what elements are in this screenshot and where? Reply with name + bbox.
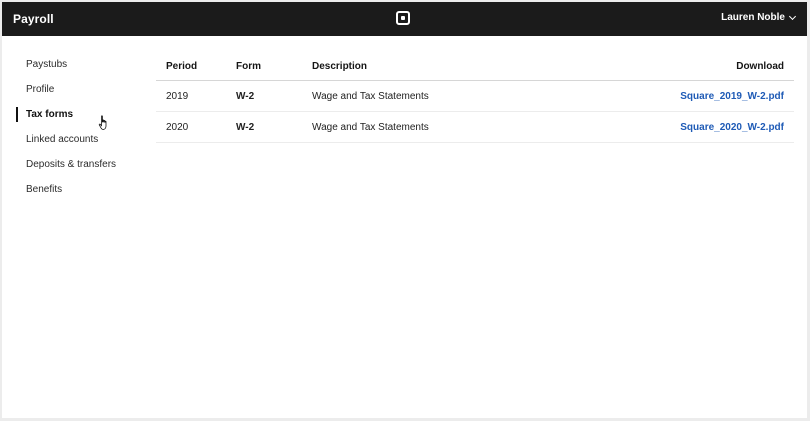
period-cell: 2020 bbox=[156, 111, 236, 143]
sidebar-item-tax-forms[interactable]: Tax forms bbox=[2, 102, 152, 127]
column-header-download: Download bbox=[592, 52, 794, 81]
form-cell: W-2 bbox=[236, 80, 312, 112]
description-cell: Wage and Tax Statements bbox=[312, 111, 592, 143]
hand-pointer-cursor-icon bbox=[98, 115, 107, 130]
download-link-2019[interactable]: Square_2019_W-2.pdf bbox=[680, 91, 784, 102]
sidebar-item-benefits[interactable]: Benefits bbox=[2, 177, 152, 202]
app-window: Payroll Lauren Noble Paystubs Profile Ta… bbox=[2, 2, 807, 418]
table-row: 2019 W-2 Wage and Tax Statements Square_… bbox=[156, 80, 794, 112]
sidebar-item-deposits-transfers[interactable]: Deposits & transfers bbox=[2, 152, 152, 177]
download-link-2020[interactable]: Square_2020_W-2.pdf bbox=[680, 122, 784, 133]
period-cell: 2019 bbox=[156, 80, 236, 112]
table-header-row: Period Form Description Download bbox=[156, 52, 794, 81]
user-menu-button[interactable]: Lauren Noble bbox=[721, 12, 797, 23]
sidebar-item-profile[interactable]: Profile bbox=[2, 77, 152, 102]
column-header-form: Form bbox=[236, 52, 312, 81]
app-title[interactable]: Payroll bbox=[13, 12, 54, 26]
user-name: Lauren Noble bbox=[721, 12, 785, 23]
chevron-down-icon bbox=[788, 12, 797, 20]
tax-forms-table: Period Form Description Download 2019 W-… bbox=[156, 52, 794, 143]
sidebar-item-linked-accounts[interactable]: Linked accounts bbox=[2, 127, 152, 152]
sidebar-item-paystubs[interactable]: Paystubs bbox=[2, 52, 152, 77]
sidebar-nav: Paystubs Profile Tax forms Linked accoun… bbox=[2, 52, 152, 202]
form-cell: W-2 bbox=[236, 111, 312, 143]
table-row: 2020 W-2 Wage and Tax Statements Square_… bbox=[156, 111, 794, 143]
description-cell: Wage and Tax Statements bbox=[312, 80, 592, 112]
square-logo-icon[interactable] bbox=[396, 11, 410, 25]
top-bar: Payroll Lauren Noble bbox=[2, 2, 807, 36]
column-header-description: Description bbox=[312, 52, 592, 81]
column-header-period: Period bbox=[156, 52, 236, 81]
